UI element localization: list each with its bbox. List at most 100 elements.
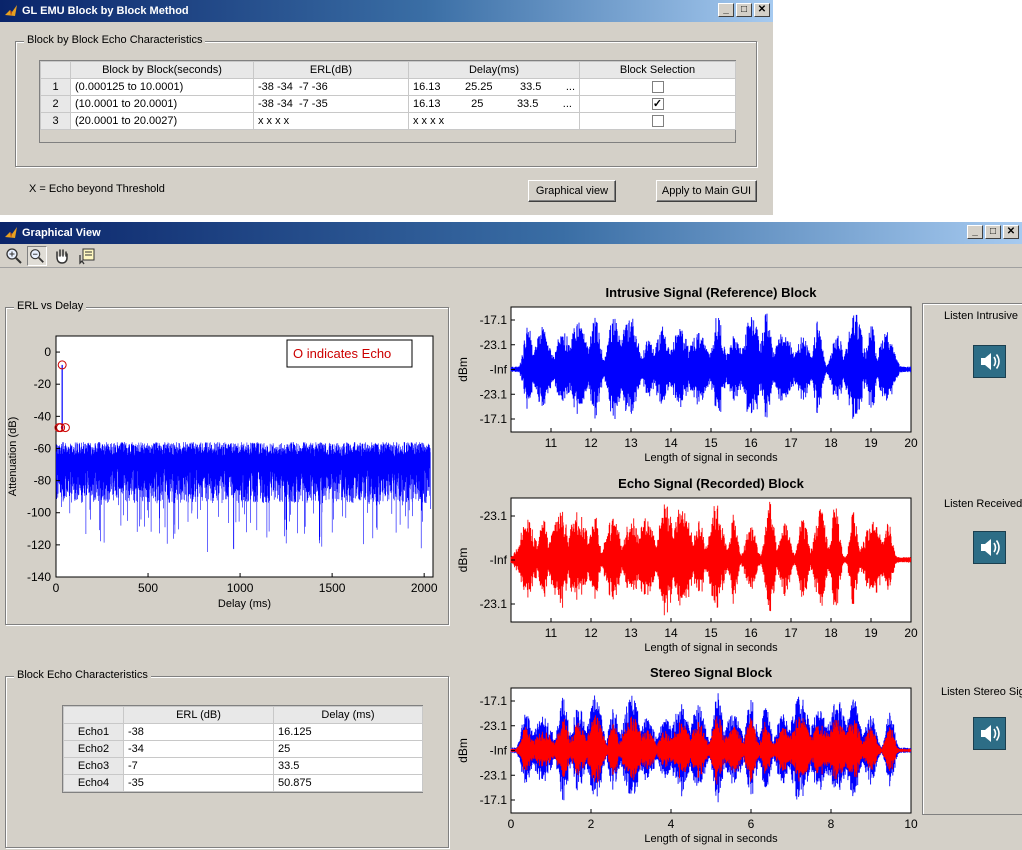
x-tick-label: 2000: [411, 581, 438, 595]
zoom-out-button[interactable]: [27, 246, 47, 266]
echo-erl-cell[interactable]: -35: [123, 774, 274, 792]
minimize-button[interactable]: _: [967, 225, 983, 239]
x-tick-label: 13: [624, 626, 638, 640]
close-button[interactable]: ✕: [754, 3, 770, 17]
listen-stereo-button[interactable]: [973, 717, 1006, 750]
block-selection-checkbox[interactable]: ✓: [651, 98, 664, 111]
matlab-logo-icon: [5, 5, 17, 16]
table-row[interactable]: Echo4 -35 50.875: [63, 774, 423, 792]
echo-signal-chart[interactable]: -23.1 -Inf -23.1 11 12 13 14 15 16 17 18 19 20 Length…: [450, 490, 920, 660]
pan-button[interactable]: [52, 246, 72, 266]
echo-erl-cell[interactable]: -7: [123, 757, 274, 775]
block-selection-checkbox[interactable]: [651, 81, 664, 94]
y-tick-label: -80: [34, 474, 52, 488]
block-range-cell[interactable]: (0.000125 to 10.0001): [70, 78, 254, 96]
y-tick-label: -60: [34, 441, 52, 455]
x-axis-label: Delay (ms): [218, 598, 271, 610]
block-range-cell[interactable]: (10.0001 to 20.0001): [70, 95, 254, 113]
intrusive-signal-chart[interactable]: -17.1 -23.1 -Inf -23.1 -17.1 11 12 13 14 15 16 17 18…: [450, 300, 920, 470]
echo-erl-cell[interactable]: -34: [123, 740, 274, 758]
listen-received-button[interactable]: [973, 531, 1006, 564]
erl-cell[interactable]: -38 -34 -7 -36: [253, 78, 409, 96]
zoom-in-button[interactable]: [4, 246, 24, 266]
x-tick-label: 15: [704, 436, 718, 450]
y-tick-label: -100: [27, 506, 51, 520]
erl-cell[interactable]: x x x x: [253, 112, 409, 130]
matlab-logo-icon: [5, 227, 17, 238]
block-range-cell[interactable]: (20.0001 to 20.0027): [70, 112, 254, 130]
table-row[interactable]: 1 (0.000125 to 10.0001) -38 -34 -7 -36 1…: [40, 78, 736, 96]
y-tick-label: -23.1: [480, 597, 508, 611]
y-tick-label: 0: [44, 345, 51, 359]
echo-delay-cell[interactable]: 33.5: [273, 757, 423, 775]
close-button[interactable]: ✕: [1003, 225, 1019, 239]
column-block-selection[interactable]: Block Selection: [579, 61, 736, 79]
delay-cell[interactable]: x x x x: [407, 112, 581, 130]
block-selection-checkbox[interactable]: [651, 115, 664, 128]
x-tick-label: 12: [584, 436, 598, 450]
selection-cell: [579, 78, 736, 96]
echo-delay-cell[interactable]: 16.125: [273, 723, 423, 741]
table-row[interactable]: 3 (20.0001 to 20.0027) x x x x x x x x: [40, 112, 736, 130]
column-delay[interactable]: Delay(ms): [407, 61, 581, 79]
y-tick-label: -17.1: [480, 694, 508, 708]
apply-to-main-gui-button[interactable]: Apply to Main GUI: [656, 180, 757, 202]
echo-erl-cell[interactable]: -38: [123, 723, 274, 741]
stereo-signal-chart[interactable]: -17.1-23.1-Inf-23.1-17.10 2 4 6 8 10Length of…: [450, 680, 920, 845]
zoom-in-icon: [6, 248, 22, 264]
column-erl-db[interactable]: ERL (dB): [123, 706, 274, 724]
x-axis-label: Length of signal in seconds: [644, 833, 778, 845]
x-tick-label: 4: [668, 817, 675, 831]
column-block-range[interactable]: Block by Block(seconds): [70, 61, 254, 79]
y-tick-label: -23.1: [480, 509, 508, 523]
maximize-button[interactable]: □: [985, 225, 1001, 239]
y-tick-label: -23.1: [480, 338, 508, 352]
table-row[interactable]: Echo3 -7 33.5: [63, 757, 423, 775]
column-delay-ms[interactable]: Delay (ms): [273, 706, 423, 724]
y-tick-label: -17.1: [480, 412, 508, 426]
listen-intrusive-button[interactable]: [973, 345, 1006, 378]
minimize-button[interactable]: _: [718, 3, 734, 17]
x-tick-label: 14: [664, 436, 678, 450]
x-tick-label: 0: [508, 817, 515, 831]
y-tick-label: -140: [27, 570, 51, 584]
y-tick-label: -Inf: [490, 363, 508, 377]
echo-delay-cell[interactable]: 50.875: [273, 774, 423, 792]
x-tick-label: 1500: [319, 581, 346, 595]
stereo-plot-title: Stereo Signal Block: [649, 665, 773, 680]
threshold-note: X = Echo beyond Threshold: [29, 183, 165, 195]
x-tick-label: 20: [904, 626, 918, 640]
selection-cell: ✓: [579, 95, 736, 113]
erl-cell[interactable]: -38 -34 -7 -35: [253, 95, 409, 113]
graphical-view-titlebar[interactable]: Graphical View _ □ ✕: [0, 222, 1022, 244]
graphical-view-title: Graphical View: [22, 227, 101, 239]
y-tick-label: -17.1: [480, 313, 508, 327]
maximize-button[interactable]: □: [736, 3, 752, 17]
x-tick-label: 11: [545, 626, 558, 640]
column-erl[interactable]: ERL(dB): [253, 61, 409, 79]
table-row[interactable]: 2 (10.0001 to 20.0001) -38 -34 -7 -35 16…: [40, 95, 736, 113]
echo-name: Echo4: [63, 774, 124, 792]
echo-delay-cell[interactable]: 25: [273, 740, 423, 758]
x-tick-label: 18: [824, 626, 838, 640]
intrusive-plot-title: Intrusive Signal (Reference) Block: [605, 285, 817, 300]
listen-intrusive-label: Listen Intrusive: [944, 310, 1018, 322]
x-axis-label: Length of signal in seconds: [644, 642, 778, 654]
data-cursor-icon: [79, 248, 95, 265]
graphical-view-button[interactable]: Graphical view: [528, 180, 616, 202]
delay-cell[interactable]: 16.13 25.25 33.5 ...: [407, 78, 581, 96]
erl-vs-delay-chart[interactable]: 0-20-40-60-80-100-120-1400 500 1000 1500 200…: [0, 300, 450, 620]
speaker-icon: [981, 725, 1000, 742]
y-tick-label: -23.1: [480, 768, 508, 782]
block-method-titlebar[interactable]: GL EMU Block by Block Method _ □ ✕: [0, 0, 773, 22]
table-row[interactable]: Echo2 -34 25: [63, 740, 423, 758]
delay-cell[interactable]: 16.13 25 33.5 ...: [407, 95, 581, 113]
x-tick-label: 13: [624, 436, 638, 450]
data-cursor-button[interactable]: [77, 246, 97, 266]
x-tick-label: 11: [545, 436, 558, 450]
echo-table-container: ERL (dB) Delay (ms) Echo1 -38 16.125 Ech…: [62, 705, 423, 793]
x-axis-label: Length of signal in seconds: [644, 452, 778, 464]
echo-table-corner: [63, 706, 124, 724]
x-tick-label: 500: [138, 581, 158, 595]
table-row[interactable]: Echo1 -38 16.125: [63, 723, 423, 741]
